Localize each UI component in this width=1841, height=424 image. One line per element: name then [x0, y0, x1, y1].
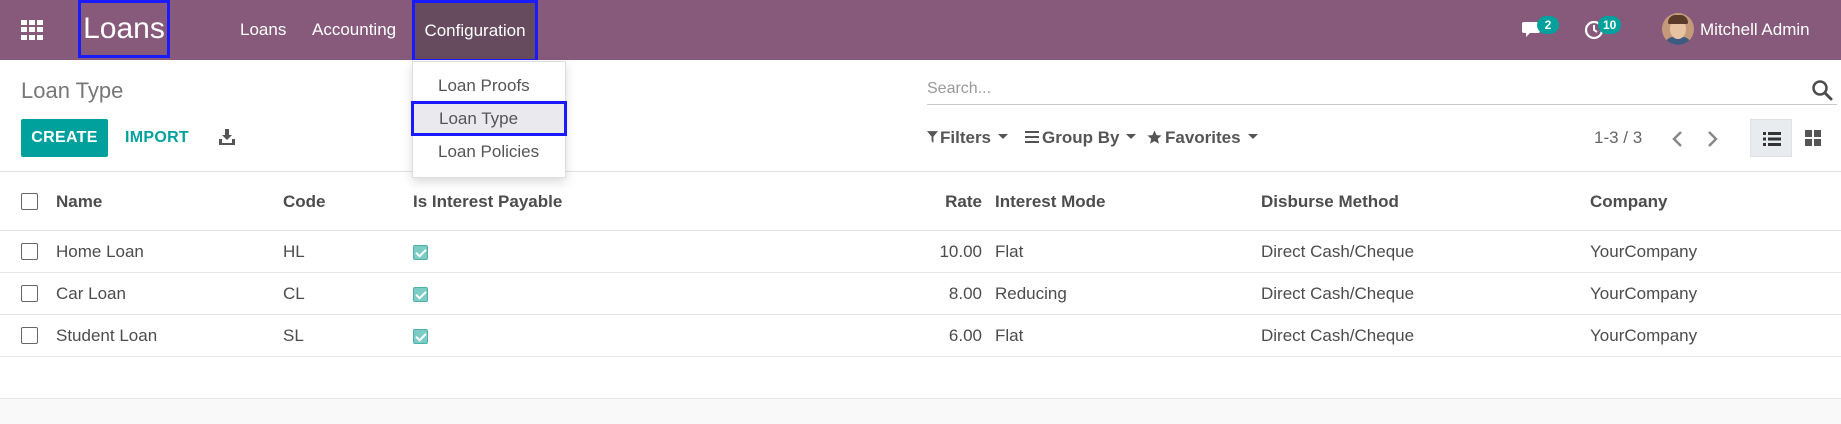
select-all-checkbox[interactable]: [21, 193, 38, 210]
groupby-dropdown[interactable]: Group By: [1025, 128, 1137, 150]
messages-badge: 2: [1537, 16, 1559, 34]
activities-badge: 10: [1598, 16, 1622, 34]
menu-item-loan-policies[interactable]: Loan Policies: [413, 137, 565, 167]
column-header-rate[interactable]: Rate: [880, 172, 982, 231]
table-row[interactable]: Car Loan CL 8.00 Reducing Direct Cash/Ch…: [0, 273, 1841, 315]
interest-payable-checked: [413, 245, 428, 260]
column-header-name[interactable]: Name: [56, 172, 102, 231]
control-panel: Loan Type CREATE IMPORT Filters Group By…: [0, 60, 1841, 172]
download-icon[interactable]: [218, 128, 236, 146]
column-header-interest-mode[interactable]: Interest Mode: [995, 172, 1106, 231]
groupby-label: Group By: [1042, 128, 1120, 147]
pager-next-icon[interactable]: [1700, 127, 1724, 151]
interest-payable-checked: [413, 329, 428, 344]
cell-name: Home Loan: [56, 242, 144, 261]
interest-payable-checked: [413, 287, 428, 302]
column-header-code[interactable]: Code: [283, 172, 326, 231]
cell-code: CL: [283, 284, 305, 303]
groupby-icon: [1025, 131, 1039, 143]
search-input[interactable]: [927, 77, 1787, 101]
filter-icon: [927, 131, 938, 143]
import-button[interactable]: IMPORT: [116, 119, 198, 157]
cell-disburse-method: Direct Cash/Cheque: [1261, 242, 1415, 261]
cell-company: YourCompany: [1590, 242, 1698, 261]
cell-company: YourCompany: [1590, 284, 1698, 303]
cell-rate: 6.00: [948, 326, 982, 345]
cell-rate: 8.00: [948, 284, 982, 303]
menu-configuration[interactable]: Configuration: [412, 0, 538, 62]
create-button[interactable]: CREATE: [21, 119, 108, 157]
pager-previous-icon[interactable]: [1666, 127, 1690, 151]
cell-disburse-method: Direct Cash/Cheque: [1261, 326, 1415, 345]
column-header-disburse-method[interactable]: Disburse Method: [1261, 172, 1399, 231]
user-avatar[interactable]: [1662, 13, 1694, 45]
menu-loans[interactable]: Loans: [240, 0, 286, 60]
cell-interest-mode: Reducing: [995, 284, 1067, 303]
configuration-dropdown-menu: Loan Proofs Loan Type Loan Policies: [411, 61, 567, 178]
row-checkbox[interactable]: [21, 285, 38, 302]
star-icon: [1147, 130, 1162, 144]
menu-item-loan-type[interactable]: Loan Type: [411, 101, 567, 136]
apps-menu-icon[interactable]: [21, 20, 43, 40]
filters-dropdown[interactable]: Filters: [927, 128, 1009, 150]
pager-value[interactable]: 1-3 / 3: [1594, 128, 1642, 148]
user-menu[interactable]: Mitchell Admin: [1700, 0, 1810, 60]
cell-disburse-method: Direct Cash/Cheque: [1261, 284, 1415, 303]
cell-rate: 10.00: [939, 242, 982, 261]
search-bar: [927, 75, 1837, 105]
menu-accounting[interactable]: Accounting: [312, 0, 396, 60]
list-view-button[interactable]: [1750, 119, 1792, 157]
app-name[interactable]: Loans: [78, 0, 170, 58]
cell-interest-mode: Flat: [995, 326, 1024, 345]
column-header-interest-payable[interactable]: Is Interest Payable: [413, 172, 562, 231]
cell-code: SL: [283, 326, 304, 345]
filters-label: Filters: [940, 128, 992, 147]
favorites-dropdown[interactable]: Favorites: [1147, 128, 1258, 150]
kanban-icon: [1805, 130, 1821, 146]
column-header-company[interactable]: Company: [1590, 172, 1667, 231]
search-icon[interactable]: [1811, 79, 1833, 101]
empty-row: [0, 357, 1841, 399]
favorites-label: Favorites: [1165, 128, 1241, 147]
breadcrumb: Loan Type: [21, 78, 124, 103]
top-navbar: Loans Loans Accounting Configuration 2 1…: [0, 0, 1841, 62]
cell-name: Student Loan: [56, 326, 158, 345]
cell-company: YourCompany: [1590, 326, 1698, 345]
table-header: Name Code Is Interest Payable Rate Inter…: [0, 172, 1841, 231]
row-checkbox[interactable]: [21, 327, 38, 344]
table-row[interactable]: Student Loan SL 6.00 Flat Direct Cash/Ch…: [0, 315, 1841, 357]
cell-name: Car Loan: [56, 284, 126, 303]
row-checkbox[interactable]: [21, 243, 38, 260]
cell-code: HL: [283, 242, 305, 261]
list-icon: [1763, 132, 1781, 146]
cell-interest-mode: Flat: [995, 242, 1024, 261]
table-row[interactable]: Home Loan HL 10.00 Flat Direct Cash/Cheq…: [0, 231, 1841, 273]
kanban-view-button[interactable]: [1792, 119, 1834, 157]
loan-type-list: Name Code Is Interest Payable Rate Inter…: [0, 172, 1841, 399]
menu-item-loan-proofs[interactable]: Loan Proofs: [413, 71, 565, 101]
